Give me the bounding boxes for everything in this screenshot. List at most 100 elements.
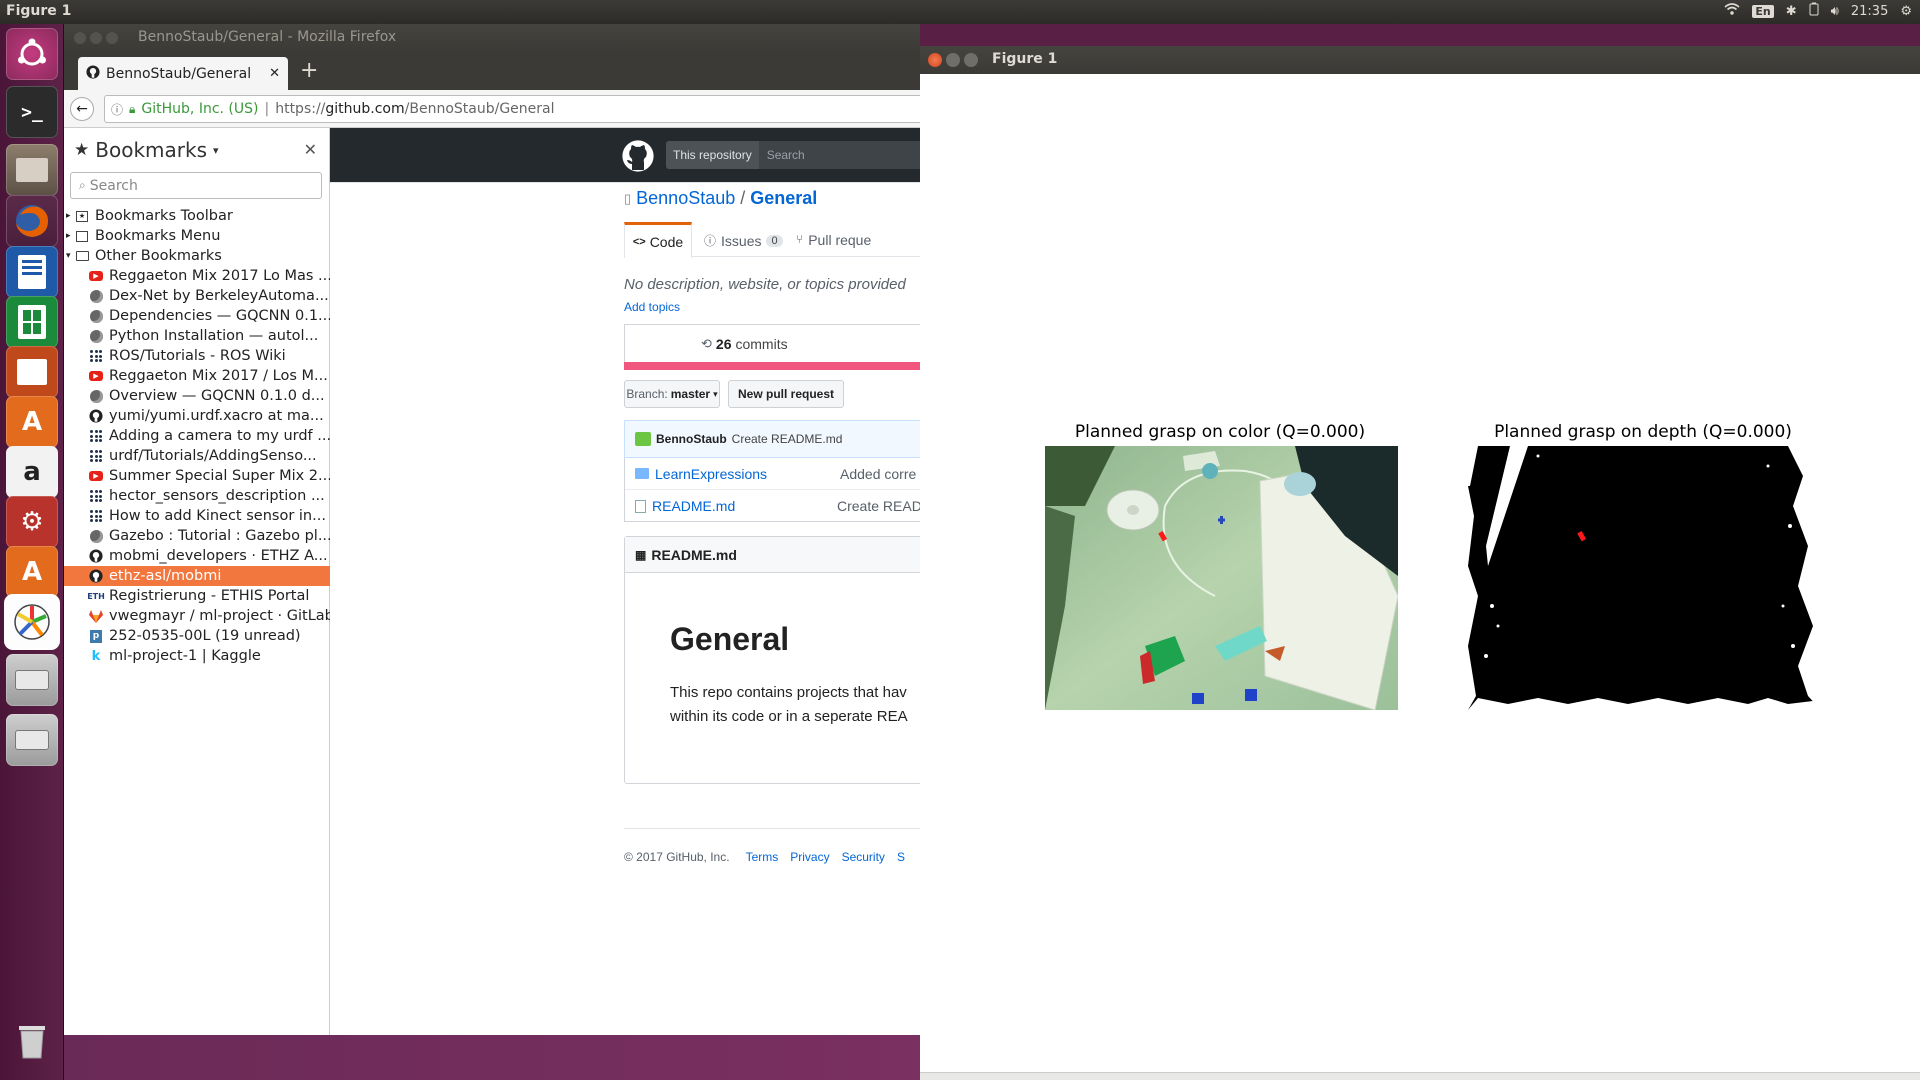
file-commit-message[interactable]: Create READ bbox=[837, 498, 920, 514]
new-tab-button[interactable]: + bbox=[300, 58, 318, 83]
terminal-icon[interactable]: >_ bbox=[6, 86, 58, 138]
site-identity[interactable]: GitHub, Inc. (US) bbox=[141, 101, 258, 117]
battery-icon[interactable] bbox=[1809, 2, 1819, 20]
firefox-icon[interactable] bbox=[6, 195, 58, 247]
amazon-icon[interactable]: a bbox=[6, 446, 58, 498]
branch-name: master bbox=[670, 387, 711, 401]
disk-icon[interactable] bbox=[6, 654, 58, 706]
bookmark-item[interactable]: ETH Registrierung - ETHIS Portal bbox=[64, 586, 330, 606]
file-row[interactable]: README.md Create READ bbox=[625, 490, 920, 522]
tab-issues[interactable]: ⓘ Issues 0 bbox=[704, 232, 783, 249]
add-topics-link[interactable]: Add topics bbox=[624, 300, 680, 314]
github-icon bbox=[88, 409, 104, 423]
url-bar[interactable]: ⓘ 🔒︎ GitHub, Inc. (US) | https://github.… bbox=[104, 95, 924, 123]
bookmark-item[interactable]: mobmi_developers · ETHZ A... bbox=[64, 546, 330, 566]
app-icon[interactable] bbox=[6, 596, 58, 648]
footer-link-terms[interactable]: Terms bbox=[746, 850, 779, 864]
bookmark-item[interactable]: ethz-asl/mobmi bbox=[64, 566, 330, 586]
bookmark-item[interactable]: Dex-Net by BerkeleyAutoma... bbox=[64, 286, 330, 306]
bookmark-item[interactable]: ▶ Summer Special Super Mix 2... bbox=[64, 466, 330, 486]
ubuntu-icon[interactable] bbox=[6, 28, 58, 80]
bookmark-item[interactable]: p 252-0535-00L (19 unread) bbox=[64, 626, 330, 646]
file-commit-message[interactable]: Added corre bbox=[840, 466, 916, 482]
close-icon[interactable] bbox=[928, 53, 942, 67]
disk-icon[interactable] bbox=[6, 714, 58, 766]
sidebar-header[interactable]: ★ Bookmarks ▾ bbox=[74, 138, 219, 162]
trash-icon[interactable] bbox=[6, 1014, 58, 1066]
github-logo-icon[interactable] bbox=[622, 140, 654, 175]
avatar[interactable] bbox=[635, 432, 651, 446]
impress-icon[interactable] bbox=[6, 346, 58, 398]
bookmark-item[interactable]: k ml-project-1 | Kaggle bbox=[64, 646, 330, 666]
info-icon[interactable]: ⓘ bbox=[111, 101, 123, 118]
github-search-input[interactable]: This repository Search bbox=[666, 141, 920, 169]
chevron-down-icon[interactable]: ▾ bbox=[66, 251, 74, 261]
footer-link-status[interactable]: S bbox=[897, 850, 905, 864]
repo-owner-link[interactable]: BennoStaub bbox=[636, 188, 735, 209]
gear-icon[interactable]: ⚙ bbox=[1900, 4, 1912, 19]
maximize-icon[interactable] bbox=[964, 53, 978, 67]
files-icon[interactable] bbox=[6, 144, 58, 196]
bookmarks-tree: ▸ ★ Bookmarks Toolbar ▸ Bookmarks Menu ▾… bbox=[64, 206, 330, 666]
minimize-icon[interactable] bbox=[90, 32, 102, 44]
bookmarks-search-input[interactable]: ⌕ Search bbox=[70, 172, 322, 199]
system-settings-icon[interactable]: ⚙ bbox=[6, 496, 58, 548]
volume-icon[interactable]: 🔊︎ bbox=[1831, 4, 1839, 19]
close-icon[interactable]: ✕ bbox=[269, 66, 280, 81]
keyboard-layout-indicator[interactable]: En bbox=[1752, 4, 1774, 18]
folder-other-bookmarks[interactable]: ▾ Other Bookmarks bbox=[64, 246, 330, 266]
globe-icon bbox=[88, 309, 104, 323]
minimize-icon[interactable] bbox=[946, 53, 960, 67]
hand bbox=[1284, 472, 1316, 496]
tab-pull-requests[interactable]: ⑂ Pull reque bbox=[796, 232, 871, 248]
close-icon[interactable] bbox=[74, 32, 86, 44]
bookmark-item[interactable]: Adding a camera to my urdf ... bbox=[64, 426, 330, 446]
folder-bookmarks-toolbar[interactable]: ▸ ★ Bookmarks Toolbar bbox=[64, 206, 330, 226]
bookmark-item[interactable]: Overview — GQCNN 0.1.0 d... bbox=[64, 386, 330, 406]
back-button[interactable]: ← bbox=[70, 97, 94, 121]
commits-summary[interactable]: ⟲ 26 commits bbox=[624, 324, 920, 362]
file-row[interactable]: LearnExpressions Added corre bbox=[625, 458, 920, 490]
scope-button[interactable]: This repository bbox=[666, 141, 759, 169]
chevron-down-icon: ▾ bbox=[213, 143, 219, 157]
wifi-icon[interactable] bbox=[1724, 2, 1740, 20]
folder-icon bbox=[74, 249, 90, 263]
tab-code[interactable]: <> Code bbox=[624, 222, 692, 258]
folder-bookmarks-menu[interactable]: ▸ Bookmarks Menu bbox=[64, 226, 330, 246]
file-name[interactable]: LearnExpressions bbox=[655, 466, 840, 482]
branch-select[interactable]: Branch: master ▾ bbox=[624, 380, 720, 408]
folder-label: Other Bookmarks bbox=[95, 248, 222, 264]
bookmark-item[interactable]: Gazebo : Tutorial : Gazebo pl... bbox=[64, 526, 330, 546]
bluetooth-icon[interactable]: ✱ bbox=[1786, 4, 1797, 19]
bookmark-item[interactable]: vwegmayr / ml-project · GitLab bbox=[64, 606, 330, 626]
bookmark-item[interactable]: Dependencies — GQCNN 0.1... bbox=[64, 306, 330, 326]
maximize-icon[interactable] bbox=[106, 32, 118, 44]
bookmark-item[interactable]: urdf/Tutorials/AddingSenso... bbox=[64, 446, 330, 466]
writer-icon[interactable] bbox=[6, 246, 58, 298]
bookmark-item[interactable]: ▶ Reggaeton Mix 2017 Lo Mas ... bbox=[64, 266, 330, 286]
commit-author[interactable]: BennoStaub bbox=[656, 432, 727, 446]
clock[interactable]: 21:35 bbox=[1851, 4, 1888, 19]
bookmark-label: ROS/Tutorials - ROS Wiki bbox=[109, 348, 286, 364]
commit-message[interactable]: Create README.md bbox=[732, 432, 843, 446]
bookmark-label: ml-project-1 | Kaggle bbox=[109, 648, 261, 664]
bookmark-item[interactable]: Python Installation — autol... bbox=[64, 326, 330, 346]
repo-name-link[interactable]: General bbox=[750, 188, 817, 209]
calc-icon[interactable] bbox=[6, 296, 58, 348]
bookmark-item[interactable]: ROS/Tutorials - ROS Wiki bbox=[64, 346, 330, 366]
footer-link-privacy[interactable]: Privacy bbox=[790, 850, 829, 864]
tab-github[interactable]: BennoStaub/General ✕ bbox=[78, 57, 288, 90]
software-updater-icon[interactable]: A bbox=[6, 546, 58, 598]
object-teal bbox=[1202, 463, 1218, 479]
chevron-right-icon[interactable]: ▸ bbox=[66, 231, 74, 241]
new-pull-request-button[interactable]: New pull request bbox=[728, 380, 844, 408]
chevron-right-icon[interactable]: ▸ bbox=[66, 211, 74, 221]
software-center-icon[interactable]: A bbox=[6, 396, 58, 448]
bookmark-item[interactable]: yumi/yumi.urdf.xacro at ma... bbox=[64, 406, 330, 426]
bookmark-item[interactable]: How to add Kinect sensor in... bbox=[64, 506, 330, 526]
bookmark-item[interactable]: hector_sensors_description ... bbox=[64, 486, 330, 506]
close-icon[interactable]: ✕ bbox=[304, 140, 317, 159]
footer-link-security[interactable]: Security bbox=[842, 850, 885, 864]
bookmark-item[interactable]: ▶ Reggaeton Mix 2017 / Los M... bbox=[64, 366, 330, 386]
file-name[interactable]: README.md bbox=[652, 498, 837, 514]
